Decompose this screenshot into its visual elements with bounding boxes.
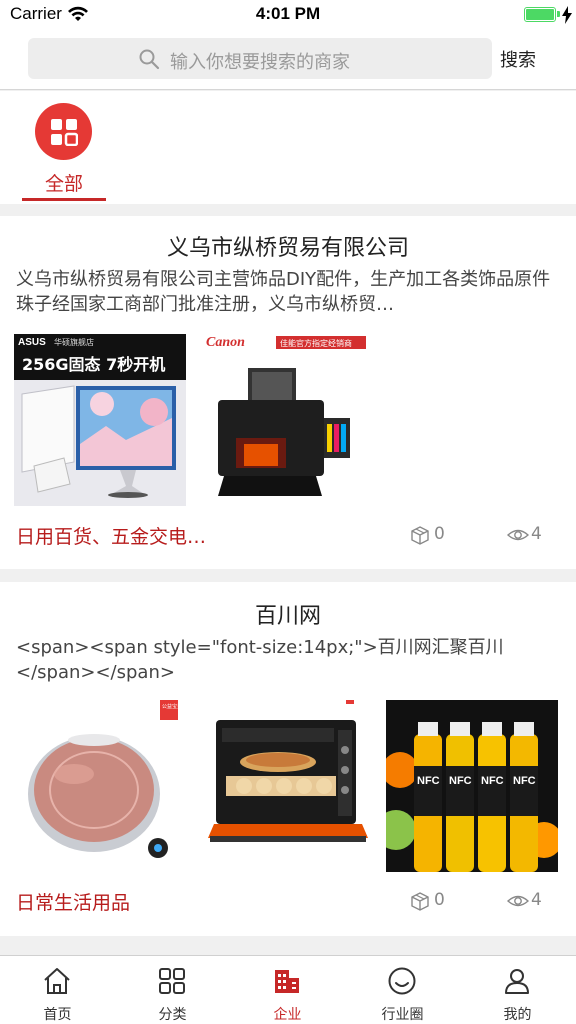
merchant-title: 百川网 bbox=[254, 604, 321, 629]
tab-label: 行业圈 bbox=[381, 1007, 424, 1023]
grid-icon bbox=[159, 968, 185, 994]
product-count: 0 bbox=[410, 890, 460, 912]
search-button[interactable]: 搜索 bbox=[500, 46, 536, 72]
canon-store-text: 佳能官方指定经销商 bbox=[280, 338, 352, 348]
smile-icon bbox=[388, 967, 416, 995]
tab-label: 首页 bbox=[43, 1007, 72, 1023]
product-image-nfc-juice[interactable]: NFC NFC NFC NFC bbox=[386, 700, 558, 872]
product-image-electric-oven[interactable] bbox=[200, 700, 372, 872]
status-bar: Carrier 4:01 PM bbox=[0, 0, 576, 30]
category-label: 全部 bbox=[44, 173, 83, 195]
search-icon bbox=[139, 49, 160, 70]
merchant-description: <span><span style="font-size:14px;">百川网汇… bbox=[16, 637, 504, 683]
category-circle bbox=[35, 103, 92, 160]
search-placeholder: 输入你想要搜索的商家 bbox=[170, 52, 350, 73]
tab-category[interactable]: 分类 bbox=[115, 956, 230, 1024]
asus-pc-image: ASUS 华硕旗舰店 256G固态 7秒开机 bbox=[14, 334, 186, 506]
view-count-value: 4 bbox=[531, 890, 542, 910]
category-all[interactable]: 全部 bbox=[22, 91, 106, 201]
merchant-card[interactable]: 百川网 <span><span style="font-size:14px;">… bbox=[0, 582, 576, 936]
merchant-card[interactable]: 义乌市纵桥贸易有限公司 义乌市纵桥贸易有限公司主营饰品DIY配件，生产加工各类饰… bbox=[0, 216, 576, 569]
view-count: 4 bbox=[507, 890, 557, 912]
product-image-robot-vacuum[interactable]: 公益宝贝 bbox=[14, 700, 186, 872]
asus-brand-text: ASUS bbox=[18, 337, 46, 348]
user-icon bbox=[505, 969, 529, 994]
product-count: 0 bbox=[410, 524, 460, 546]
category-bar: 全部 bbox=[0, 91, 576, 204]
battery-icon bbox=[524, 7, 556, 22]
bottle-label-1: NFC bbox=[417, 775, 440, 787]
tab-industry-circle[interactable]: 行业圈 bbox=[345, 956, 460, 1024]
box-icon bbox=[411, 892, 429, 911]
electric-oven-image bbox=[200, 700, 372, 872]
asus-promo-text: 256G固态 7秒开机 bbox=[22, 355, 165, 374]
view-count: 4 bbox=[507, 524, 557, 546]
asus-store-text: 华硕旗舰店 bbox=[54, 337, 94, 347]
bottle-label-4: NFC bbox=[513, 775, 536, 787]
merchant-categories: 日常生活用品 bbox=[16, 892, 131, 914]
search-input[interactable]: 输入你想要搜索的商家 bbox=[28, 38, 492, 79]
box-icon bbox=[411, 526, 429, 545]
tab-label: 分类 bbox=[158, 1007, 187, 1023]
charging-bolt-icon bbox=[562, 6, 572, 24]
eye-icon bbox=[507, 529, 529, 541]
home-icon bbox=[44, 968, 70, 994]
merchant-title: 义乌市纵桥贸易有限公司 bbox=[166, 236, 409, 261]
clock: 4:01 PM bbox=[255, 4, 321, 23]
bottle-label-3: NFC bbox=[481, 775, 504, 787]
search-bar: 输入你想要搜索的商家 搜索 bbox=[0, 30, 576, 90]
canon-brand-text: Canon bbox=[206, 335, 245, 350]
eye-icon bbox=[507, 895, 529, 907]
tab-label: 我的 bbox=[503, 1007, 532, 1023]
canon-printer-image: Canon 佳能官方指定经销商 bbox=[196, 334, 368, 506]
tab-label: 企业 bbox=[273, 1007, 302, 1023]
grid-icon bbox=[51, 119, 78, 146]
robot-vacuum-image: 公益宝贝 bbox=[14, 700, 186, 872]
nfc-juice-image: NFC NFC NFC NFC bbox=[386, 700, 558, 872]
building-icon bbox=[275, 970, 299, 993]
tab-enterprise[interactable]: 企业 bbox=[230, 956, 345, 1024]
product-image-asus-pc[interactable]: ASUS 华硕旗舰店 256G固态 7秒开机 bbox=[14, 334, 186, 506]
tab-mine[interactable]: 我的 bbox=[460, 956, 575, 1024]
active-tab-indicator bbox=[22, 198, 106, 201]
bottle-label-2: NFC bbox=[449, 775, 472, 787]
merchant-categories: 日用百货、五金交电… bbox=[16, 526, 207, 548]
view-count-value: 4 bbox=[531, 524, 542, 544]
merchant-description: 义乌市纵桥贸易有限公司主营饰品DIY配件，生产加工各类饰品原件珠子经国家工商部门… bbox=[16, 269, 551, 315]
tab-bar: 首页 分类 企业 行业圈 我的 bbox=[0, 955, 576, 1024]
tab-home[interactable]: 首页 bbox=[0, 956, 115, 1024]
product-count-value: 0 bbox=[434, 524, 445, 544]
product-count-value: 0 bbox=[434, 890, 445, 910]
product-image-canon-printer[interactable]: Canon 佳能官方指定经销商 bbox=[196, 334, 368, 506]
badge-text: 公益宝贝 bbox=[162, 703, 182, 710]
